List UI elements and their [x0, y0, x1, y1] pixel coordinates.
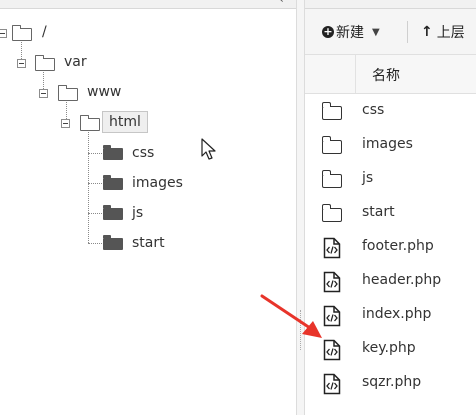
- file-name: footer.php: [362, 238, 434, 254]
- folder-icon: [321, 102, 342, 120]
- folder-icon: [321, 204, 342, 222]
- file-name: images: [362, 136, 413, 152]
- tree-node-label-selected[interactable]: html: [102, 111, 148, 133]
- new-button[interactable]: + 新建 ▼: [322, 22, 380, 42]
- folder-open-icon: [80, 115, 100, 131]
- folder-icon: [321, 170, 342, 188]
- folder-closed-icon: [103, 175, 123, 190]
- file-name: css: [362, 102, 385, 118]
- file-row-php[interactable]: header.php: [305, 264, 476, 298]
- folder-open-icon: [12, 25, 32, 41]
- file-name: sqzr.php: [362, 374, 422, 390]
- tree-node-label[interactable]: start: [132, 234, 165, 252]
- folder-closed-icon: [103, 205, 123, 220]
- folder-open-icon: [58, 85, 78, 101]
- file-name: js: [362, 170, 374, 186]
- collapse-toggle-icon[interactable]: [17, 59, 26, 68]
- folder-closed-icon: [103, 145, 123, 160]
- file-row-folder[interactable]: images: [305, 128, 476, 162]
- tree-node-label[interactable]: js: [132, 204, 143, 222]
- php-file-icon: [323, 271, 341, 293]
- tree-node-label[interactable]: images: [132, 174, 183, 192]
- file-row-php[interactable]: key.php: [305, 332, 476, 366]
- folder-icon: [321, 136, 342, 154]
- folder-closed-icon: [103, 235, 123, 250]
- file-row-folder[interactable]: start: [305, 196, 476, 230]
- collapse-toggle-icon[interactable]: [61, 119, 70, 128]
- file-row-php[interactable]: index.php: [305, 298, 476, 332]
- directory-tree-panel: ‹ / var www html css images: [0, 0, 296, 415]
- tree-node-label[interactable]: var: [64, 53, 87, 71]
- php-file-icon: [323, 373, 341, 395]
- file-row-folder[interactable]: css: [305, 94, 476, 128]
- file-list-column-header: 名称: [305, 55, 476, 94]
- tree-node-label[interactable]: www: [87, 83, 121, 101]
- collapse-toggle-icon[interactable]: [0, 29, 7, 38]
- go-up-button-label: 上层: [436, 25, 465, 41]
- file-panel-header: [305, 0, 476, 9]
- file-row-php[interactable]: sqzr.php: [305, 366, 476, 400]
- new-button-label: 新建: [336, 25, 364, 41]
- file-name: key.php: [362, 340, 416, 356]
- panel-splitter[interactable]: [296, 0, 305, 415]
- php-file-icon: [323, 339, 341, 361]
- file-name: header.php: [362, 272, 442, 288]
- go-up-button[interactable]: ↑ 上层: [421, 22, 465, 42]
- file-list-panel: + 新建 ▼ ↑ 上层 名称 css images js start foote…: [305, 0, 476, 415]
- tree-node-label[interactable]: css: [132, 144, 154, 162]
- file-row-php[interactable]: footer.php: [305, 230, 476, 264]
- folder-open-icon: [35, 55, 55, 71]
- column-name-header[interactable]: 名称: [372, 65, 400, 85]
- chevron-down-icon: ▼: [372, 26, 380, 38]
- php-file-icon: [323, 237, 341, 259]
- file-name: start: [362, 204, 395, 220]
- arrow-up-icon: ↑: [421, 24, 433, 40]
- file-toolbar: + 新建 ▼ ↑ 上层: [305, 9, 476, 55]
- file-name: index.php: [362, 306, 432, 322]
- mouse-pointer-icon: [201, 138, 216, 160]
- collapse-panel-icon[interactable]: ‹: [279, 0, 284, 6]
- plus-circle-icon: +: [322, 25, 334, 38]
- collapse-toggle-icon[interactable]: [39, 89, 48, 98]
- tree-node-label[interactable]: /: [42, 23, 47, 41]
- file-row-folder[interactable]: js: [305, 162, 476, 196]
- directory-panel-header: [0, 0, 296, 9]
- annotation-arrow-icon: [260, 294, 322, 338]
